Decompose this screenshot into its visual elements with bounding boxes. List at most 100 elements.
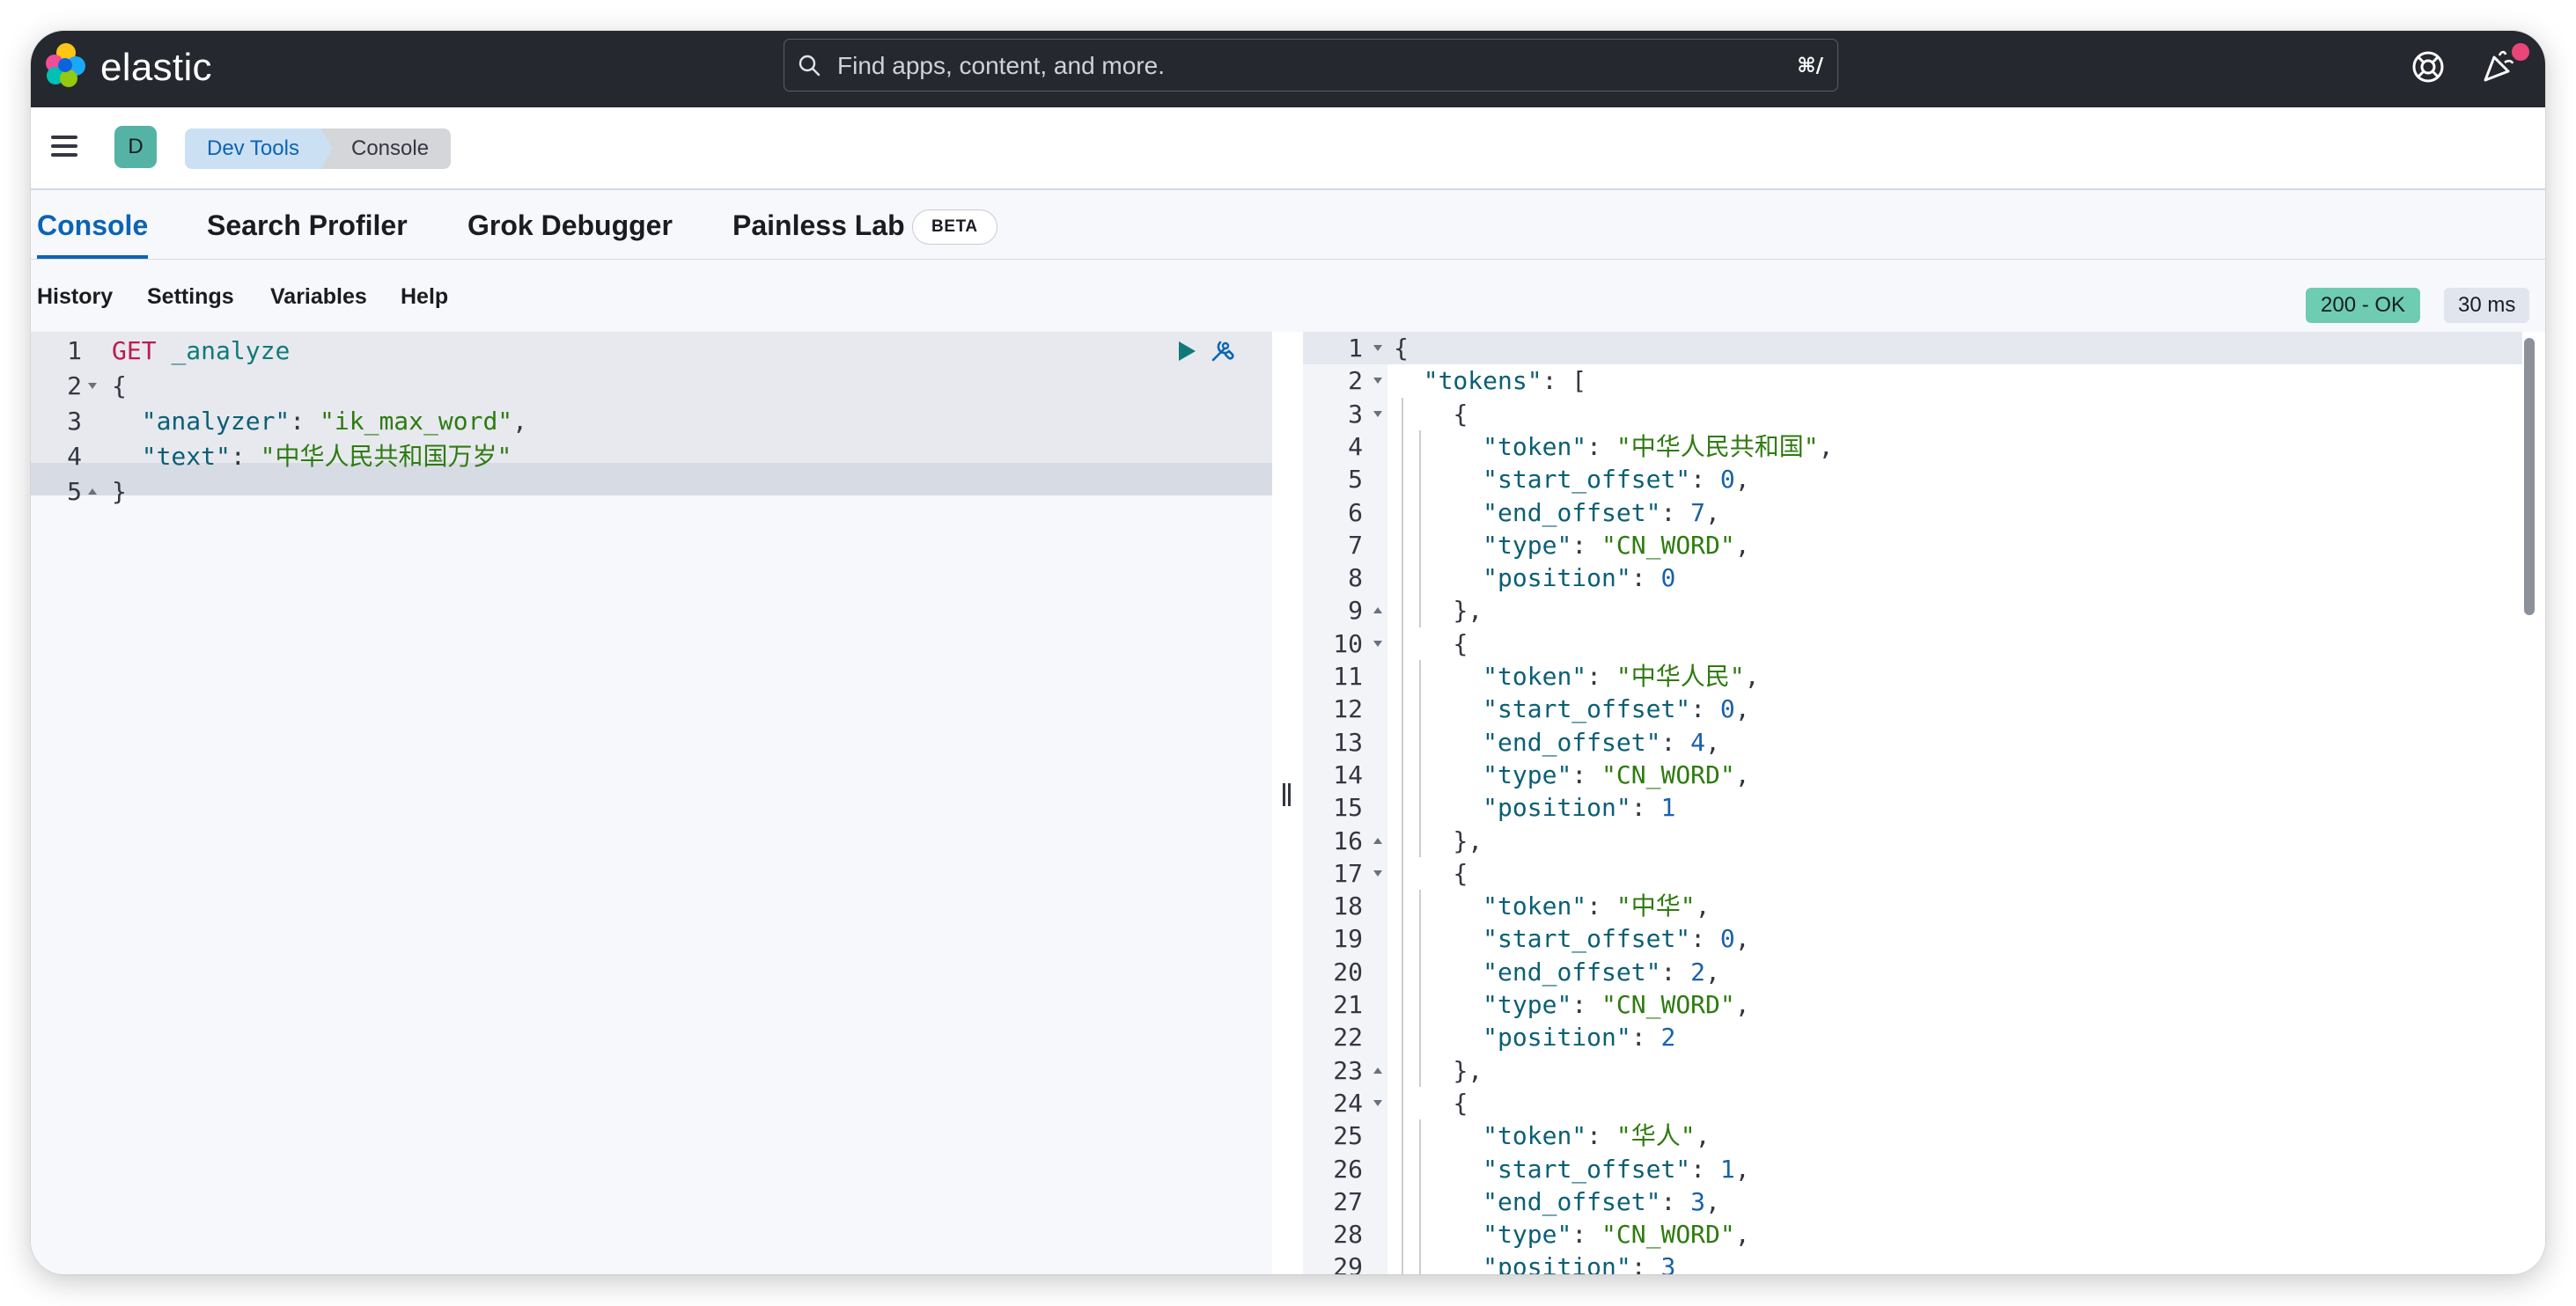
breadcrumb-bar: D Dev Tools Console [31, 107, 2545, 190]
line-number: 1 [67, 336, 82, 365]
code-line[interactable]: "token": "中华人民", [1394, 660, 1759, 693]
fold-toggle-icon[interactable] [1373, 640, 1382, 647]
line-number: 2 [67, 371, 82, 400]
code-line[interactable]: "position": 0 [1394, 561, 1675, 594]
request-gutter [31, 332, 105, 1274]
fold-toggle-icon[interactable] [88, 488, 97, 495]
variables-button[interactable]: Variables [270, 260, 367, 332]
line-number: 12 [1333, 694, 1363, 724]
global-header: elastic ⌘/ [31, 31, 2545, 107]
response-scrollbar-thumb[interactable] [2524, 338, 2535, 615]
fold-toggle-icon[interactable] [88, 383, 97, 389]
code-line[interactable]: }, [1394, 594, 1483, 627]
code-line[interactable]: "type": "CN_WORD", [1394, 529, 1749, 561]
code-line[interactable]: { [1394, 1087, 1468, 1119]
code-line[interactable]: { [112, 370, 127, 402]
code-line[interactable]: "type": "CN_WORD", [1394, 988, 1749, 1021]
tab-search-profiler[interactable]: Search Profiler [207, 190, 408, 259]
code-line[interactable]: } [112, 475, 127, 508]
line-number: 22 [1333, 1023, 1363, 1053]
code-line[interactable]: "start_offset": 0, [1394, 463, 1749, 495]
help-icon[interactable] [2410, 48, 2447, 85]
active-line-highlight [1303, 332, 2541, 364]
line-number: 21 [1333, 990, 1363, 1019]
play-icon[interactable] [1175, 339, 1198, 363]
code-line[interactable]: "position": 1 [1394, 791, 1675, 824]
code-line[interactable]: "start_offset": 1, [1394, 1153, 1749, 1185]
code-line[interactable]: "end_offset": 7, [1394, 496, 1720, 529]
fold-toggle-icon[interactable] [1373, 345, 1382, 351]
indent-guide [1419, 890, 1421, 1087]
line-number: 19 [1333, 924, 1363, 954]
code-line[interactable]: "token": "中华", [1394, 890, 1710, 922]
code-line[interactable]: "tokens": [ [1394, 364, 1586, 397]
code-line[interactable]: "token": "华人", [1394, 1119, 1710, 1152]
fold-toggle-icon[interactable] [1373, 837, 1382, 844]
code-line[interactable]: "start_offset": 0, [1394, 922, 1749, 955]
line-number: 11 [1333, 662, 1363, 691]
help-button[interactable]: Help [401, 260, 448, 332]
code-line[interactable]: "text": "中华人民共和国万岁" [112, 440, 512, 473]
response-editor[interactable]: 1 {2 "tokens": [3 {4 "token": "中华人民共和国", 5… [1303, 332, 2545, 1274]
fold-toggle-icon[interactable] [1373, 1067, 1382, 1074]
code-line[interactable]: }, [1394, 825, 1483, 857]
fold-toggle-icon[interactable] [1373, 869, 1382, 877]
search-shortcut-hint: ⌘/ [1797, 55, 1823, 77]
code-line[interactable]: "end_offset": 3, [1394, 1185, 1720, 1218]
elastic-logo-icon[interactable] [43, 41, 87, 89]
code-line[interactable]: { [1394, 398, 1468, 430]
line-number: 23 [1333, 1055, 1363, 1085]
history-button[interactable]: History [37, 260, 113, 332]
line-number: 9 [1348, 596, 1363, 626]
code-line[interactable]: GET _analyze [112, 334, 290, 367]
request-editor[interactable]: 1 GET _analyze 2 {3 "analyzer": "ik_max_wor… [31, 332, 1272, 1274]
line-number: 4 [1348, 431, 1363, 461]
line-number: 25 [1333, 1121, 1363, 1151]
line-number: 10 [1333, 628, 1363, 658]
wrench-icon[interactable] [1208, 335, 1238, 365]
line-number: 5 [67, 477, 82, 506]
search-input[interactable] [835, 40, 1737, 92]
code-line[interactable]: "end_offset": 4, [1394, 726, 1720, 759]
indent-guide [1402, 397, 1403, 1274]
brand-name[interactable]: elastic [100, 40, 212, 96]
notification-dot [2510, 41, 2531, 62]
code-line[interactable]: "token": "中华人民共和国", [1394, 430, 1833, 463]
code-line[interactable]: "analyzer": "ik_max_word", [112, 405, 527, 437]
code-line[interactable]: "end_offset": 2, [1394, 956, 1720, 988]
line-number: 17 [1333, 858, 1363, 888]
line-number: 4 [67, 442, 82, 471]
line-number: 3 [1348, 399, 1363, 429]
code-line[interactable]: "position": 2 [1394, 1021, 1675, 1053]
space-avatar[interactable]: D [114, 126, 157, 168]
code-line[interactable]: }, [1394, 1054, 1483, 1087]
fold-toggle-icon[interactable] [1373, 1099, 1382, 1106]
code-line[interactable]: "position": 3 [1394, 1251, 1675, 1274]
line-number: 13 [1333, 727, 1363, 757]
code-line[interactable]: "type": "CN_WORD", [1394, 759, 1749, 791]
global-search[interactable]: ⌘/ [784, 39, 1838, 92]
breadcrumb-dev-tools[interactable]: Dev Tools [185, 128, 335, 169]
tab-painless-lab[interactable]: Painless Lab [732, 190, 905, 259]
indent-guide [1419, 429, 1421, 627]
tab-console[interactable]: Console [37, 190, 149, 259]
fold-toggle-icon[interactable] [1373, 410, 1382, 417]
code-line[interactable]: { [1394, 627, 1468, 660]
hamburger-menu-icon[interactable] [48, 130, 80, 162]
indent-guide [1419, 1119, 1421, 1274]
resizer-handle-icon[interactable] [1281, 783, 1293, 808]
settings-button[interactable]: Settings [147, 260, 234, 332]
line-number: 14 [1333, 759, 1363, 789]
fold-toggle-icon[interactable] [1373, 607, 1382, 614]
browser-window: elastic ⌘/ D Dev Too [31, 31, 2545, 1274]
line-number: 7 [1348, 530, 1363, 560]
code-line[interactable]: { [1394, 857, 1468, 890]
code-line[interactable]: "type": "CN_WORD", [1394, 1218, 1749, 1251]
request-duration-badge: 30 ms [2444, 288, 2530, 323]
line-number: 5 [1348, 465, 1363, 495]
fold-toggle-icon[interactable] [1373, 378, 1382, 385]
panel-resizer[interactable] [1272, 332, 1303, 1274]
tab-grok-debugger[interactable]: Grok Debugger [467, 190, 673, 259]
code-line[interactable]: "start_offset": 0, [1394, 693, 1749, 725]
code-line[interactable]: { [1394, 332, 1409, 364]
